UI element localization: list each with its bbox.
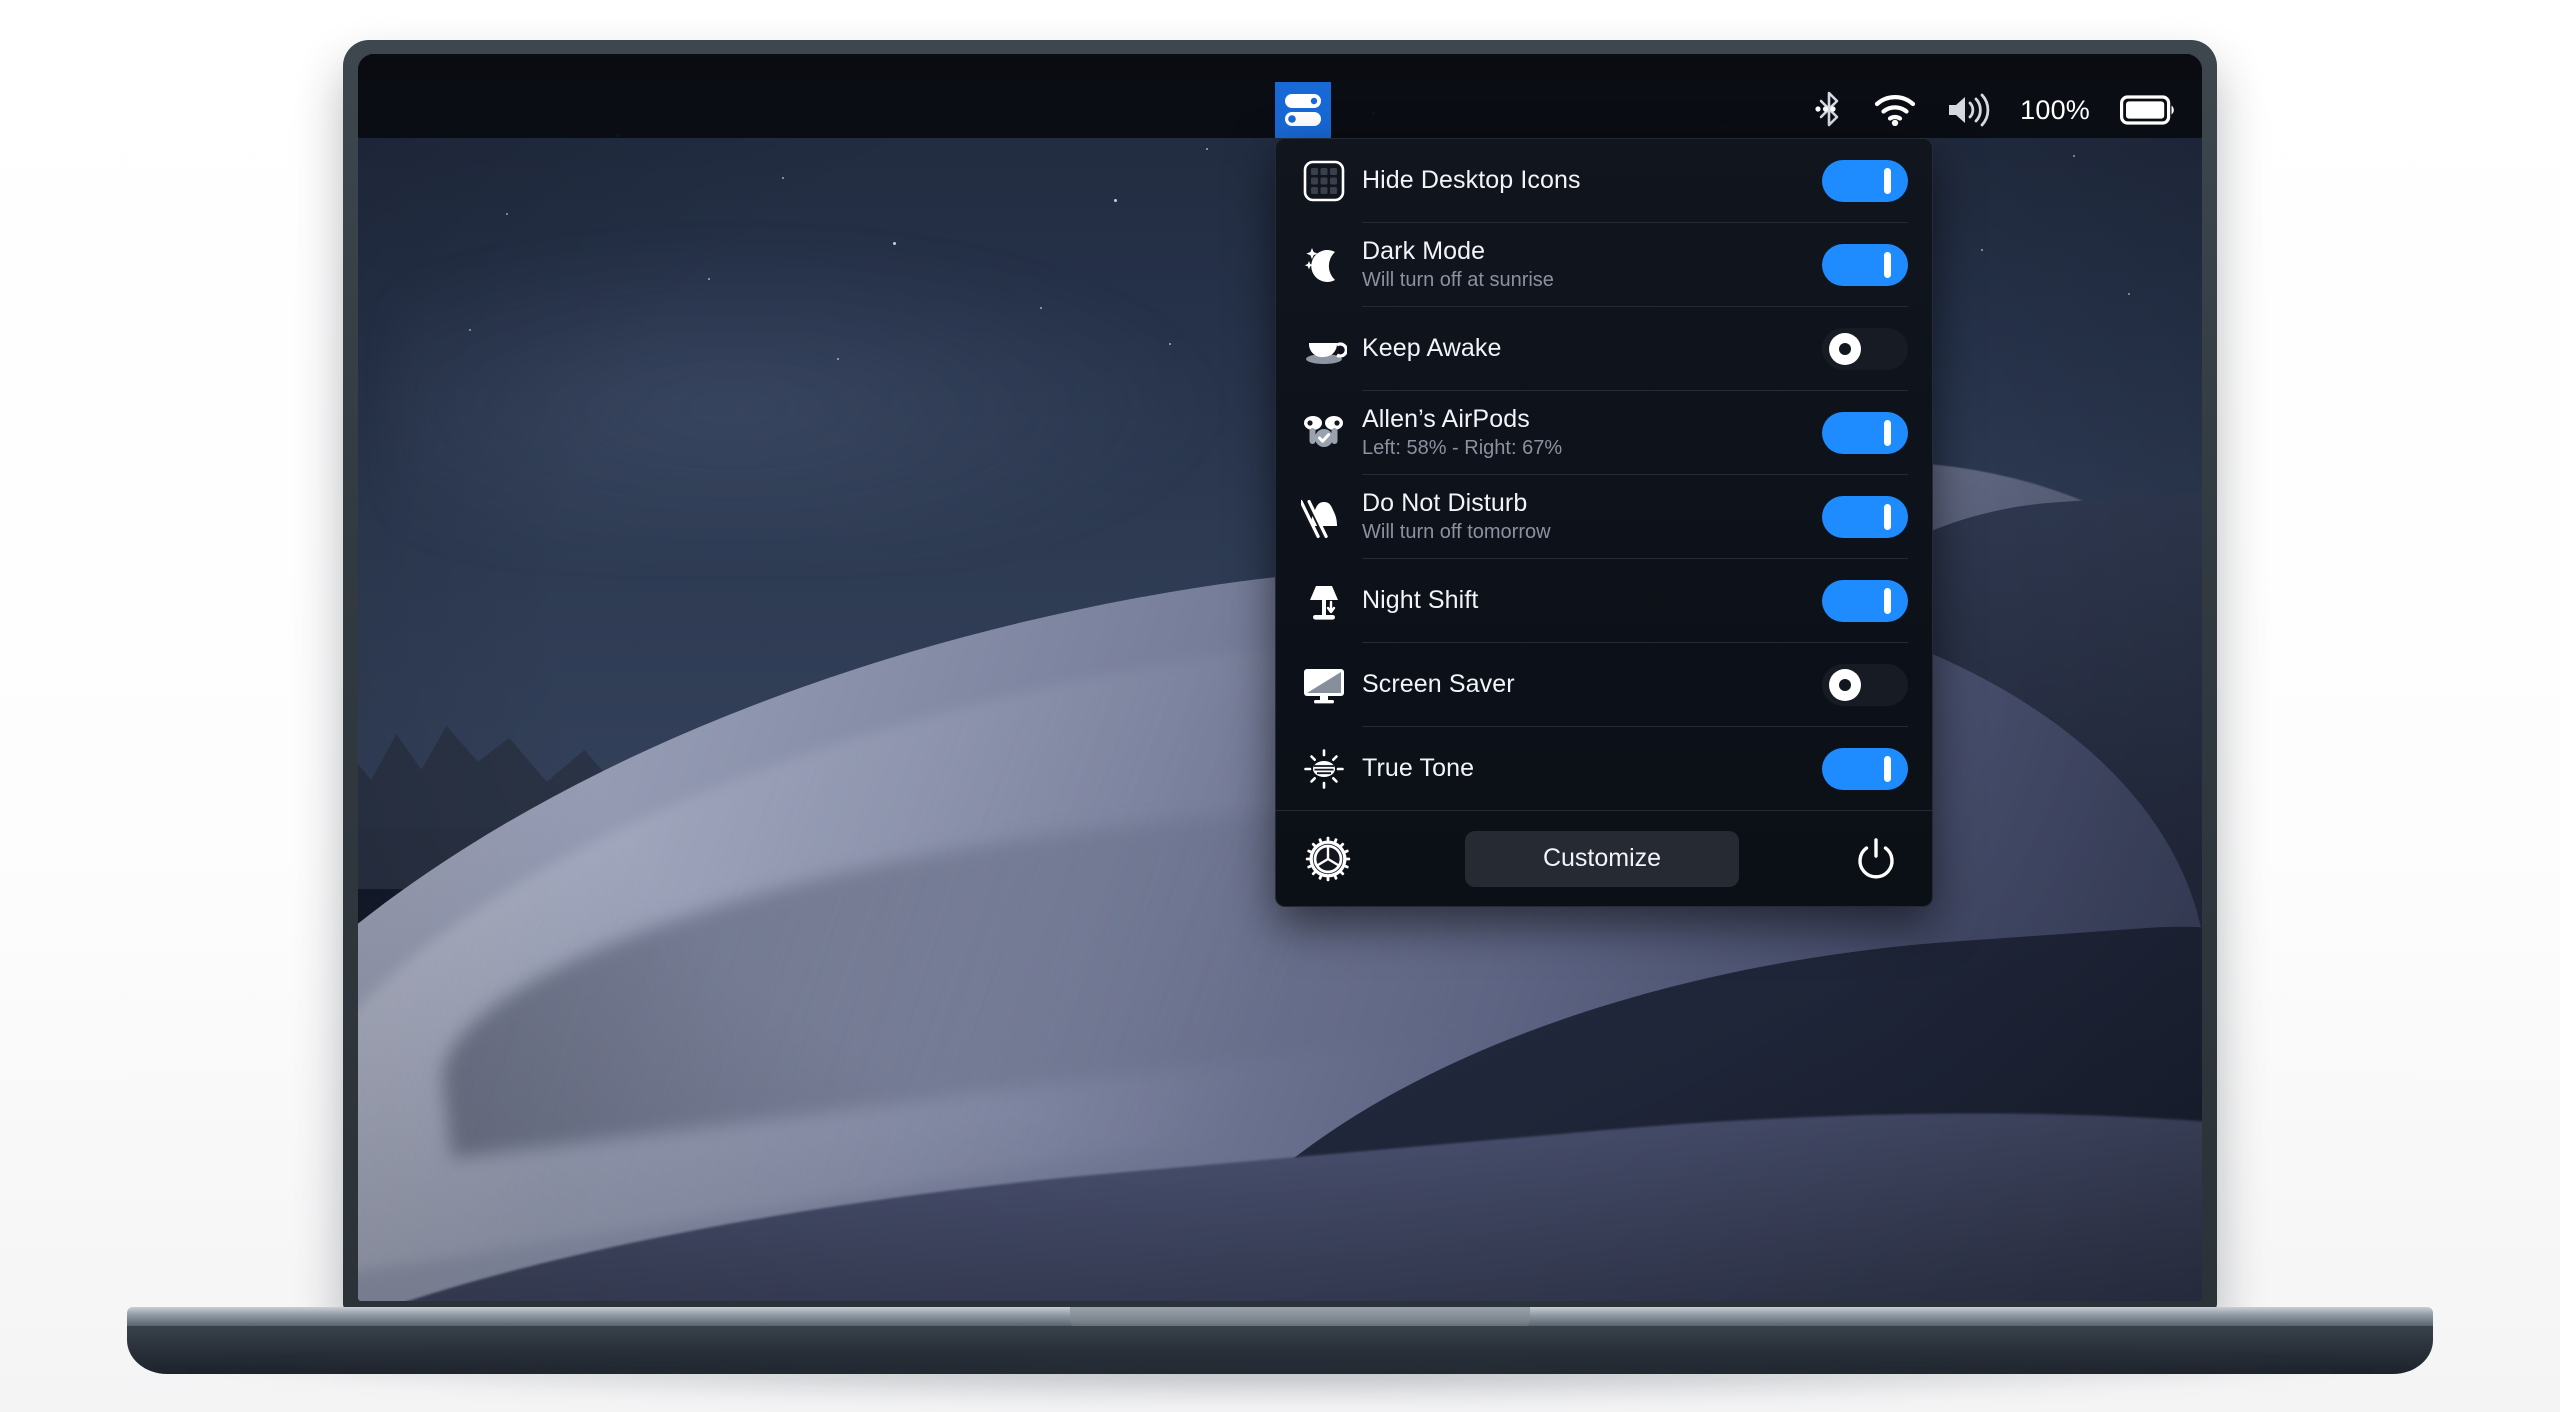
toggles-icon — [1285, 94, 1321, 126]
toggle-do-not-disturb[interactable] — [1822, 495, 1908, 538]
panel-row-text: Night Shift — [1362, 586, 1822, 615]
toggle-airpods[interactable] — [1822, 411, 1908, 454]
desktop-grid-icon — [1296, 153, 1352, 209]
panel-row-screen-saver[interactable]: Screen Saver — [1276, 643, 1932, 726]
screenshot-stage: 100% Hide Desktop Icons Dark Mode Will t… — [0, 0, 2560, 1412]
power-icon — [1858, 837, 1894, 878]
laptop-display: 100% Hide Desktop Icons Dark Mode Will t… — [358, 54, 2202, 1301]
panel-row-do-not-disturb[interactable]: Do Not Disturb Will turn off tomorrow — [1276, 475, 1932, 558]
panel-row-airpods[interactable]: Allen’s AirPods Left: 58% - Right: 67% — [1276, 391, 1932, 474]
battery-percent-label: 100% — [2020, 94, 2090, 125]
volume-icon — [1949, 93, 1990, 127]
menu-bar-bluetooth[interactable] — [1814, 82, 1844, 138]
row-title: Do Not Disturb — [1362, 488, 1528, 517]
panel-footer: Customize — [1276, 810, 1932, 906]
panel-row-keep-awake[interactable]: Keep Awake — [1276, 307, 1932, 390]
menu-bar-battery-percent: 100% — [2020, 82, 2090, 138]
menu-bar-spacer — [358, 82, 1800, 138]
panel-row-true-tone[interactable]: True Tone — [1276, 727, 1932, 810]
menu-bar-wifi[interactable] — [1874, 82, 1916, 138]
toggle-knob — [1884, 587, 1891, 614]
toggle-knob — [1884, 251, 1891, 278]
row-subtitle: Will turn off tomorrow — [1362, 520, 1551, 543]
settings-gear-button[interactable] — [1300, 831, 1356, 887]
row-title: Hide Desktop Icons — [1362, 166, 1581, 194]
row-title: Keep Awake — [1362, 334, 1502, 362]
row-subtitle: Left: 58% - Right: 67% — [1362, 436, 1563, 459]
wifi-icon — [1875, 95, 1916, 126]
sun-truetone-icon — [1296, 741, 1352, 797]
row-title: Allen’s AirPods — [1362, 404, 1530, 433]
toggle-night-shift[interactable] — [1822, 579, 1908, 622]
menu-bar-volume[interactable] — [1946, 82, 1990, 138]
toggle-knob — [1829, 668, 1861, 701]
laptop-base — [0, 1307, 2560, 1412]
control-panel: Hide Desktop Icons Dark Mode Will turn o… — [1275, 138, 1933, 907]
bluetooth-icon — [1815, 91, 1839, 127]
menu-bar-battery[interactable] — [2120, 82, 2176, 138]
row-title: Screen Saver — [1362, 670, 1515, 698]
moon-stars-icon — [1296, 237, 1352, 293]
toggle-knob — [1884, 755, 1891, 782]
toggle-knob — [1829, 332, 1861, 365]
panel-row-text: Dark Mode Will turn off at sunrise — [1362, 237, 1822, 293]
panel-row-text: Allen’s AirPods Left: 58% - Right: 67% — [1362, 405, 1822, 461]
gear-icon — [1305, 836, 1351, 881]
panel-row-text: Do Not Disturb Will turn off tomorrow — [1362, 489, 1822, 545]
customize-button[interactable]: Customize — [1465, 830, 1739, 887]
row-title: Night Shift — [1362, 586, 1479, 614]
menu-bar-status-area: 100% — [1800, 82, 2202, 138]
panel-row-text: Hide Desktop Icons — [1362, 166, 1822, 195]
panel-row-hide-desktop-icons[interactable]: Hide Desktop Icons — [1276, 139, 1932, 222]
panel-row-text: Screen Saver — [1362, 670, 1822, 699]
toggle-dark-mode[interactable] — [1822, 243, 1908, 286]
display-bezel-top — [358, 54, 2202, 82]
menu-bar: 100% — [358, 82, 2202, 138]
toggle-knob — [1884, 419, 1891, 446]
panel-row-text: True Tone — [1362, 754, 1822, 783]
panel-row-text: Keep Awake — [1362, 334, 1822, 363]
panel-row-night-shift[interactable]: Night Shift — [1276, 559, 1932, 642]
toggle-screen-saver[interactable] — [1822, 663, 1908, 706]
menubar-app-icon-button[interactable] — [1275, 82, 1331, 138]
panel-row-dark-mode[interactable]: Dark Mode Will turn off at sunrise — [1276, 223, 1932, 306]
laptop-lid: 100% Hide Desktop Icons Dark Mode Will t… — [343, 40, 2217, 1310]
toggle-keep-awake[interactable] — [1822, 327, 1908, 370]
laptop-device: 100% Hide Desktop Icons Dark Mode Will t… — [343, 40, 2217, 1310]
toggle-knob — [1884, 503, 1891, 530]
desk-lamp-icon — [1296, 573, 1352, 629]
coffee-cup-icon — [1296, 321, 1352, 377]
laptop-base-shadow — [180, 1365, 2380, 1405]
row-title: Dark Mode — [1362, 236, 1486, 265]
bell-slash-icon — [1296, 489, 1352, 545]
row-title: True Tone — [1362, 754, 1475, 782]
row-subtitle: Will turn off at sunrise — [1362, 268, 1554, 291]
airpods-icon — [1296, 405, 1352, 461]
toggle-knob — [1884, 167, 1891, 194]
power-button[interactable] — [1848, 831, 1904, 887]
toggle-true-tone[interactable] — [1822, 747, 1908, 790]
toggle-hide-desktop-icons[interactable] — [1822, 159, 1908, 202]
display-icon — [1296, 657, 1352, 713]
battery-full-icon — [2120, 95, 2174, 125]
